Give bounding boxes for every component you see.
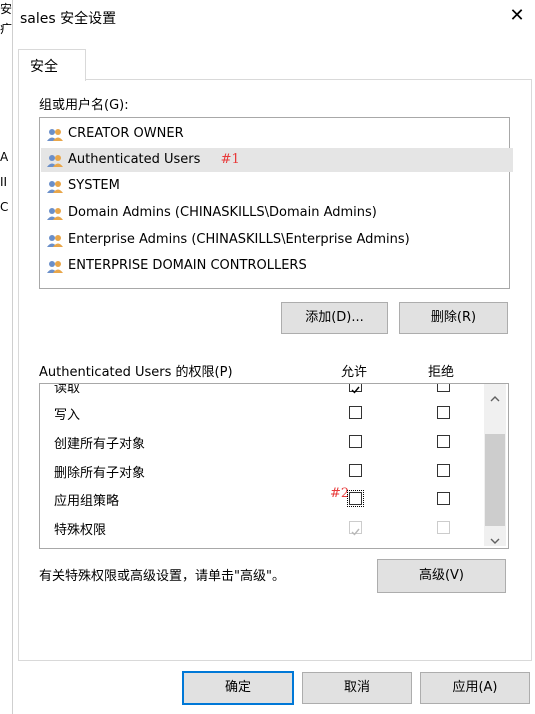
tab-strip-line xyxy=(18,79,532,80)
allow-header: 允许 xyxy=(341,365,368,380)
remove-button[interactable]: 删除(R) xyxy=(399,302,508,334)
list-item-user[interactable]: Domain Admins (CHINASKILLS\Domain Admins… xyxy=(46,201,503,225)
check-icon xyxy=(351,528,360,536)
allow-checkbox-focused[interactable] xyxy=(347,490,364,507)
scrollbar-thumb[interactable] xyxy=(485,434,505,526)
user-name: CREATOR OWNER xyxy=(68,126,184,141)
permissions-label: Authenticated Users 的权限(P) xyxy=(39,365,233,380)
list-item-user-selected[interactable]: Authenticated Users #1 xyxy=(41,148,513,172)
annotation-2: #2 xyxy=(330,486,350,501)
background-char: II xyxy=(0,175,8,189)
deny-checkbox[interactable] xyxy=(437,435,450,448)
background-char: C xyxy=(0,200,9,214)
advanced-hint: 有关特殊权限或高级设置，请单击"高级"。 xyxy=(39,569,285,584)
deny-header: 拒绝 xyxy=(428,365,455,380)
deny-checkbox[interactable] xyxy=(437,406,450,419)
deny-checkbox[interactable] xyxy=(437,384,450,392)
permission-row-label: 创建所有子对象 xyxy=(54,437,146,452)
allow-checkbox-disabled xyxy=(349,521,362,536)
background-char: 疒 xyxy=(0,22,13,36)
list-item-user[interactable]: CREATOR OWNER xyxy=(46,122,503,146)
permission-row-label: 删除所有子对象 xyxy=(54,466,146,481)
user-name: ENTERPRISE DOMAIN CONTROLLERS xyxy=(68,258,307,273)
advanced-button[interactable]: 高级(V) xyxy=(377,559,506,593)
tab-security-label: 安全 xyxy=(30,59,58,75)
ok-button[interactable]: 确定 xyxy=(182,671,294,705)
cancel-button[interactable]: 取消 xyxy=(302,672,412,704)
user-group-icon xyxy=(46,153,64,167)
user-name: Domain Admins (CHINASKILLS\Domain Admins… xyxy=(68,205,377,220)
user-name: Enterprise Admins (CHINASKILLS\Enterpris… xyxy=(68,232,410,247)
list-item-user[interactable]: SYSTEM xyxy=(46,174,503,198)
allow-checkbox[interactable] xyxy=(349,384,362,394)
user-name: SYSTEM xyxy=(68,178,120,193)
user-group-icon xyxy=(46,233,64,247)
user-name: Authenticated Users xyxy=(68,152,201,167)
users-label: 组或用户名(G): xyxy=(39,98,129,113)
window-title: sales 安全设置 xyxy=(20,11,117,27)
list-item-user[interactable]: Enterprise Admins (CHINASKILLS\Enterpris… xyxy=(46,228,503,252)
background-window-edge xyxy=(0,0,13,714)
deny-checkbox[interactable] xyxy=(437,464,450,477)
background-char: 安 xyxy=(0,2,13,16)
permissions-list[interactable]: 读取 写入 创建所有子对象 删除所有子对象 应用组策略 #2 特殊权限 xyxy=(39,383,509,549)
user-group-icon xyxy=(46,206,64,220)
users-list[interactable]: CREATOR OWNER Authenticated Users #1 SYS… xyxy=(39,117,513,289)
apply-button[interactable]: 应用(A) xyxy=(420,672,530,704)
annotation-1: #1 xyxy=(220,152,240,167)
user-group-icon xyxy=(46,179,64,193)
background-char: A xyxy=(0,150,9,164)
user-group-icon xyxy=(46,259,64,273)
scroll-down-icon[interactable] xyxy=(489,531,501,550)
panel-border xyxy=(531,80,532,660)
allow-checkbox[interactable] xyxy=(349,406,362,419)
user-group-icon xyxy=(46,127,64,141)
permission-row-label: 读取 xyxy=(54,383,81,396)
permission-row-label: 特殊权限 xyxy=(54,523,107,538)
permission-row-label: 写入 xyxy=(54,408,81,423)
panel-border xyxy=(18,80,19,660)
list-item-user[interactable]: ENTERPRISE DOMAIN CONTROLLERS xyxy=(46,254,503,278)
close-icon[interactable]: ✕ xyxy=(505,4,529,28)
allow-checkbox[interactable] xyxy=(349,464,362,477)
deny-checkbox[interactable] xyxy=(437,492,450,505)
check-icon xyxy=(351,386,360,394)
deny-checkbox-disabled xyxy=(437,521,450,534)
scroll-up-icon[interactable] xyxy=(489,389,501,408)
add-button[interactable]: 添加(D)... xyxy=(281,302,388,334)
panel-border xyxy=(18,660,532,661)
allow-checkbox[interactable] xyxy=(349,435,362,448)
permission-row-label: 应用组策略 xyxy=(54,494,120,509)
